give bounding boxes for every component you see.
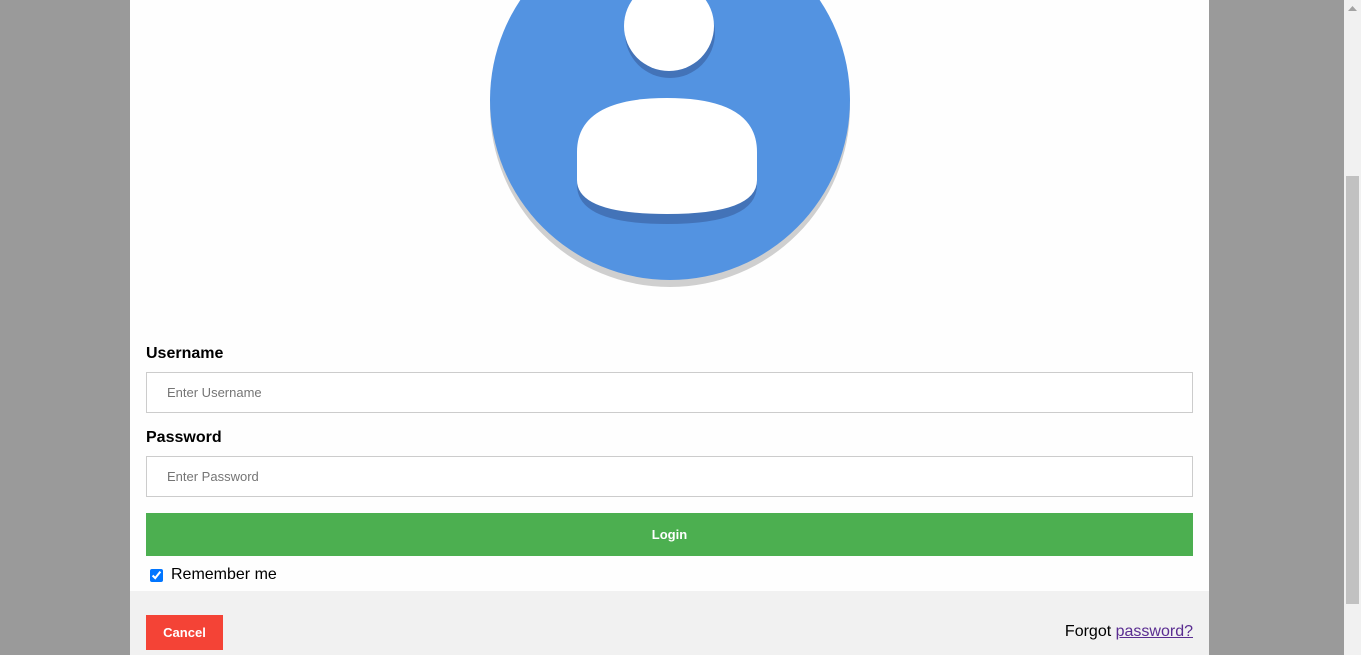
password-input[interactable] (146, 456, 1193, 497)
login-modal: Username Password Login Remember me Canc… (130, 0, 1209, 655)
forgot-prefix: Forgot (1064, 623, 1112, 640)
remember-me-row: Remember me (146, 566, 1193, 584)
remember-me-label: Remember me (171, 566, 277, 583)
remember-me-checkbox[interactable] (150, 568, 163, 582)
modal-footer: Cancel Forgot password? (130, 591, 1209, 655)
password-label: Password (146, 429, 222, 446)
scrollbar-thumb[interactable] (1346, 176, 1359, 604)
login-form: Username Password Login Remember me (146, 344, 1193, 584)
page-scrollbar[interactable] (1344, 0, 1361, 655)
user-avatar-icon (490, 0, 850, 287)
avatar (488, 0, 852, 300)
forgot-password-text: Forgot password? (1065, 623, 1193, 641)
username-label: Username (146, 345, 224, 362)
scroll-up-icon[interactable] (1344, 0, 1361, 17)
cancel-button[interactable]: Cancel (146, 615, 223, 650)
forgot-password-link[interactable]: password? (1116, 623, 1193, 640)
username-input[interactable] (146, 372, 1193, 413)
login-button[interactable]: Login (146, 513, 1193, 556)
